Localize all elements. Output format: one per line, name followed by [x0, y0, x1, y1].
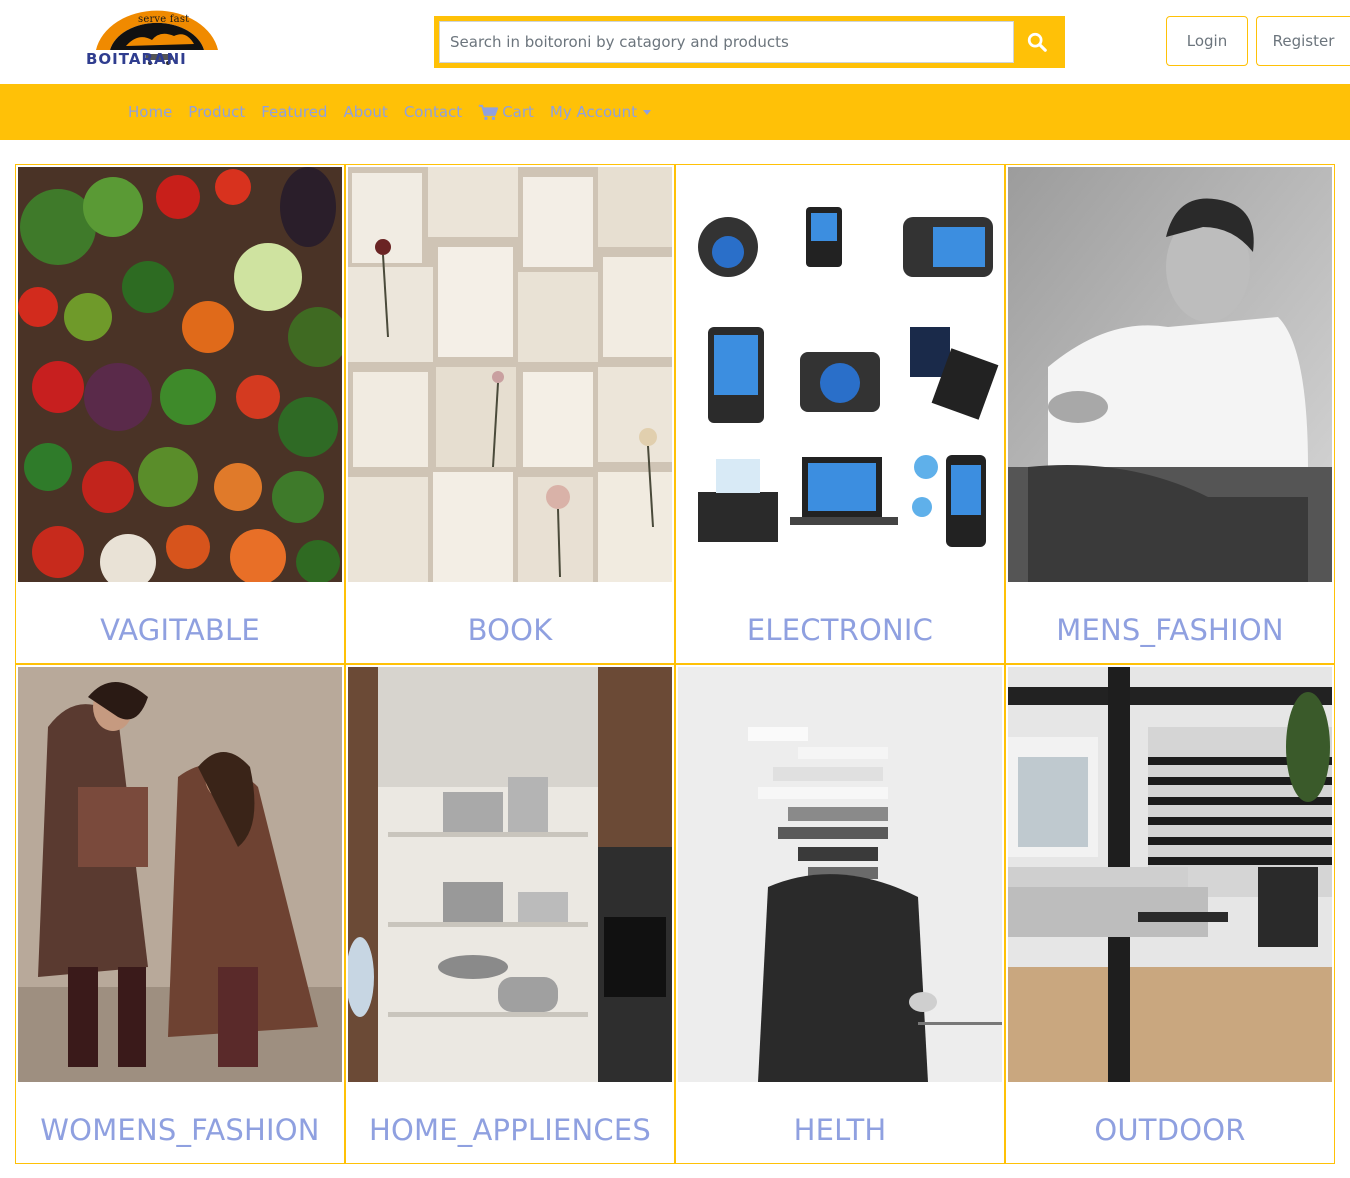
search-button[interactable]	[1014, 21, 1060, 63]
category-card-vagitable[interactable]: VAGITABLE	[15, 164, 345, 664]
category-card-book[interactable]: BOOK	[345, 164, 675, 664]
header: serve fast BOITARANI Login Register	[0, 0, 1350, 84]
search-input[interactable]	[439, 21, 1014, 63]
search-icon	[1027, 32, 1047, 52]
nav-my-account-dropdown[interactable]: My Account	[542, 103, 659, 121]
nav-contact[interactable]: Contact	[396, 103, 470, 121]
category-card-helth[interactable]: HELTH	[675, 664, 1005, 1164]
category-card-mens-fashion[interactable]: MENS_FASHION	[1005, 164, 1335, 664]
category-title: HOME_APPLIENCES	[369, 1113, 651, 1147]
nav-home[interactable]: Home	[120, 103, 180, 121]
category-card-womens-fashion[interactable]: WOMENS_FASHION	[15, 664, 345, 1164]
category-title: OUTDOOR	[1094, 1113, 1246, 1147]
category-title: ELECTRONIC	[746, 613, 934, 647]
category-card-home-appliences[interactable]: HOME_APPLIENCES	[345, 664, 675, 1164]
category-title: VAGITABLE	[100, 613, 260, 647]
chevron-down-icon	[643, 109, 652, 115]
search-bar	[434, 16, 1065, 68]
health-photo	[678, 667, 1002, 1082]
register-button[interactable]: Register	[1256, 16, 1350, 66]
site-logo[interactable]: serve fast BOITARANI	[86, 6, 236, 70]
nav-product[interactable]: Product	[180, 103, 253, 121]
outdoor-photo	[1008, 667, 1332, 1082]
category-title: BOOK	[467, 613, 553, 647]
category-card-outdoor[interactable]: OUTDOOR	[1005, 664, 1335, 1164]
womens-fashion-photo	[18, 667, 342, 1082]
mens-fashion-photo	[1008, 167, 1332, 582]
electronics-photo	[678, 167, 1002, 582]
nav-cart-label: Cart	[502, 103, 534, 121]
vegetables-photo	[18, 167, 342, 582]
books-photo	[348, 167, 672, 582]
main-navbar: Home Product Featured About Contact Cart…	[0, 84, 1350, 140]
home-appliances-photo	[348, 667, 672, 1082]
nav-cart[interactable]: Cart	[470, 103, 542, 121]
category-title: MENS_FASHION	[1056, 613, 1284, 647]
category-title: WOMENS_FASHION	[40, 1113, 320, 1147]
login-button[interactable]: Login	[1166, 16, 1248, 66]
nav-about[interactable]: About	[335, 103, 395, 121]
logo-brand: BOITARANI	[86, 50, 187, 68]
cart-icon	[479, 104, 499, 120]
nav-menu: Home Product Featured About Contact Cart…	[120, 84, 659, 140]
nav-featured[interactable]: Featured	[253, 103, 335, 121]
category-grid: VAGITABLE BOOK ELECTRONIC MENS_FASHION W…	[15, 164, 1335, 1164]
nav-my-account-label: My Account	[549, 103, 638, 121]
logo-tagline: serve fast	[138, 14, 190, 25]
category-title: HELTH	[793, 1113, 887, 1147]
category-card-electronic[interactable]: ELECTRONIC	[675, 164, 1005, 664]
